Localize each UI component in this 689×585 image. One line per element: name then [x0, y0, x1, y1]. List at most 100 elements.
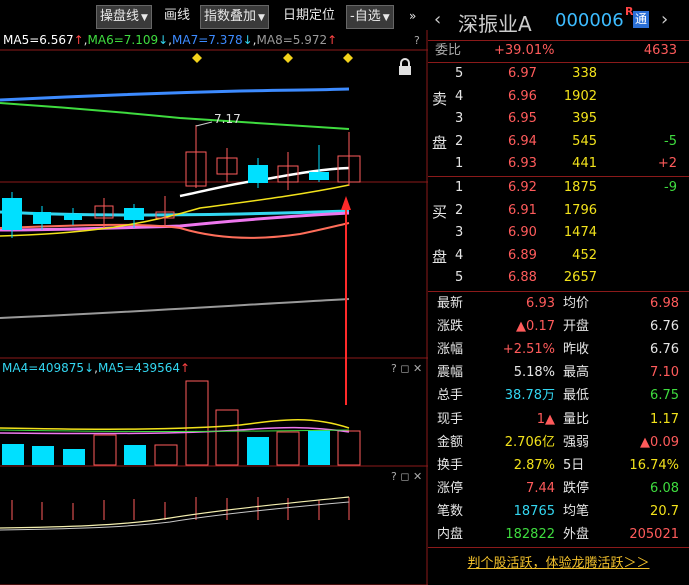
event-marker-icon	[343, 53, 353, 63]
stat-value: 6.76	[650, 319, 679, 335]
volume-bar	[63, 449, 85, 465]
volume-bar	[308, 430, 330, 465]
stat-label: 震幅	[437, 365, 464, 381]
candle	[309, 172, 329, 180]
bid-row[interactable]: 1 6.92 1875 -9	[428, 177, 689, 199]
promo-link[interactable]: 判个股活跃，体验龙腾活跃＞＞	[428, 552, 689, 571]
bid-level: 5	[455, 270, 464, 286]
candle	[2, 198, 22, 230]
stat-label: 强弱	[563, 434, 590, 450]
prev-stock-icon[interactable]: ‹	[434, 9, 441, 30]
volume-bar	[337, 430, 361, 466]
stat-row[interactable]: 换手 2.87% 5日 16.74%	[428, 455, 689, 477]
ask-volume: 1902	[563, 88, 597, 104]
stat-row[interactable]: 最新 6.93 均价 6.98	[428, 293, 689, 315]
volume-panel-controls[interactable]: ? ◻ ✕	[391, 362, 422, 375]
ask-change: -5	[664, 133, 677, 149]
ask-row[interactable]: 3 6.95 395	[428, 108, 689, 130]
event-marker-icon	[283, 53, 293, 63]
high-label-tick	[195, 121, 213, 127]
bid-row[interactable]: 2 6.91 1796	[428, 200, 689, 222]
chart-canvas	[0, 30, 428, 585]
stat-label: 涨幅	[437, 342, 464, 358]
indicator-panel-controls[interactable]: ? ◻ ✕	[391, 470, 422, 483]
ask-row[interactable]: 5 6.97 338	[428, 63, 689, 85]
stock-code: 000006	[555, 10, 624, 31]
stat-value: 18765	[513, 503, 555, 519]
ask-row[interactable]: 2 6.94 545 -5	[428, 131, 689, 153]
stat-row[interactable]: 总手 38.78万 最低 6.75	[428, 385, 689, 407]
stat-label: 内盘	[437, 527, 464, 542]
stat-label: 均笔	[563, 503, 590, 519]
candle	[124, 208, 144, 220]
bid-price: 6.90	[508, 225, 537, 241]
stat-row[interactable]: 内盘 182822 外盘 205021	[428, 524, 689, 546]
volume-bar	[32, 446, 54, 465]
bid-row[interactable]: 5 6.88 2657	[428, 267, 689, 289]
bid-volume: 2657	[563, 270, 597, 286]
quote-header: ‹ 深振业A 000006 R 通 ›	[428, 0, 689, 40]
stat-label: 换手	[437, 457, 464, 473]
bid-volume: 1875	[563, 180, 597, 195]
bid-row[interactable]: 4 6.89 452	[428, 245, 689, 267]
stat-row[interactable]: 震幅 5.18% 最高 7.10	[428, 362, 689, 384]
volume-ma-item: MA4=409875↓	[2, 361, 95, 375]
indicator-line	[0, 501, 350, 531]
tong-badge[interactable]: 通	[633, 11, 650, 28]
stat-label: 笔数	[437, 503, 464, 519]
stat-value: 205021	[629, 527, 679, 542]
ask-level: 3	[455, 111, 464, 127]
stat-value: +2.51%	[502, 342, 555, 358]
ask-price: 6.95	[508, 111, 537, 127]
divider	[428, 547, 689, 548]
weibi-pct: +39.01%	[494, 43, 555, 58]
stat-row[interactable]: 金额 2.706亿 强弱 ▲0.09	[428, 432, 689, 454]
stat-label: 金额	[437, 434, 464, 450]
stat-value: 6.98	[650, 296, 679, 311]
ask-level: 2	[455, 133, 464, 149]
high-price-label: 7.17	[214, 112, 241, 126]
stat-label: 涨跌	[437, 319, 464, 335]
stock-name: 深振业A	[458, 12, 532, 36]
stat-label: 5日	[563, 457, 585, 473]
stat-row[interactable]: 涨幅 +2.51% 昨收 6.76	[428, 339, 689, 361]
stat-value: 6.75	[650, 388, 679, 404]
stat-row[interactable]: 笔数 18765 均笔 20.7	[428, 501, 689, 523]
bid-volume: 1474	[563, 225, 597, 241]
stat-label: 最新	[437, 296, 464, 311]
event-marker-icon	[192, 53, 202, 63]
bid-price: 6.88	[508, 270, 537, 286]
stat-value: 5.18%	[513, 365, 555, 381]
volume-bar	[215, 409, 239, 466]
stat-row[interactable]: 涨跌 ▲0.17 开盘 6.76	[428, 316, 689, 338]
weibi-diff: 4633	[643, 43, 677, 58]
stat-label: 开盘	[563, 319, 590, 335]
stat-label: 涨停	[437, 480, 464, 496]
stat-value: 6.76	[650, 342, 679, 358]
ask-row[interactable]: 4 6.96 1902	[428, 86, 689, 108]
kline-chart-area[interactable]: 操盘线 ▼ 画线 指数叠加 ▼ 日期定位 -自选 ▼ » MA5=6.567↑,MA6…	[0, 0, 428, 585]
stat-value: 16.74%	[629, 457, 679, 473]
bid-price: 6.92	[508, 180, 537, 195]
next-stock-icon[interactable]: ›	[661, 9, 668, 30]
bid-row[interactable]: 3 6.90 1474	[428, 222, 689, 244]
ask-volume: 545	[572, 133, 597, 149]
stat-value: 20.7	[650, 503, 679, 519]
stat-value: 6.08	[650, 480, 679, 496]
volume-ma-line	[0, 429, 350, 432]
ask-volume: 395	[572, 111, 597, 127]
stat-value: ▲0.17	[516, 319, 555, 335]
stat-label: 昨收	[563, 342, 590, 358]
candle	[33, 212, 51, 224]
stat-row[interactable]: 现手 1▲ 量比 1.17	[428, 409, 689, 431]
stat-value: ▲0.09	[640, 434, 679, 450]
stat-row[interactable]: 涨停 7.44 跌停 6.08	[428, 478, 689, 500]
stat-value: 182822	[505, 527, 555, 542]
weibi-row: 委比 +39.01% 4633	[428, 40, 689, 62]
ask-row[interactable]: 1 6.93 441 +2	[428, 153, 689, 175]
stat-value: 2.706亿	[504, 434, 555, 450]
indicator-line	[0, 496, 350, 529]
volume-bar	[154, 444, 178, 466]
stat-label: 最高	[563, 365, 590, 381]
bid-volume: 1796	[563, 202, 597, 218]
